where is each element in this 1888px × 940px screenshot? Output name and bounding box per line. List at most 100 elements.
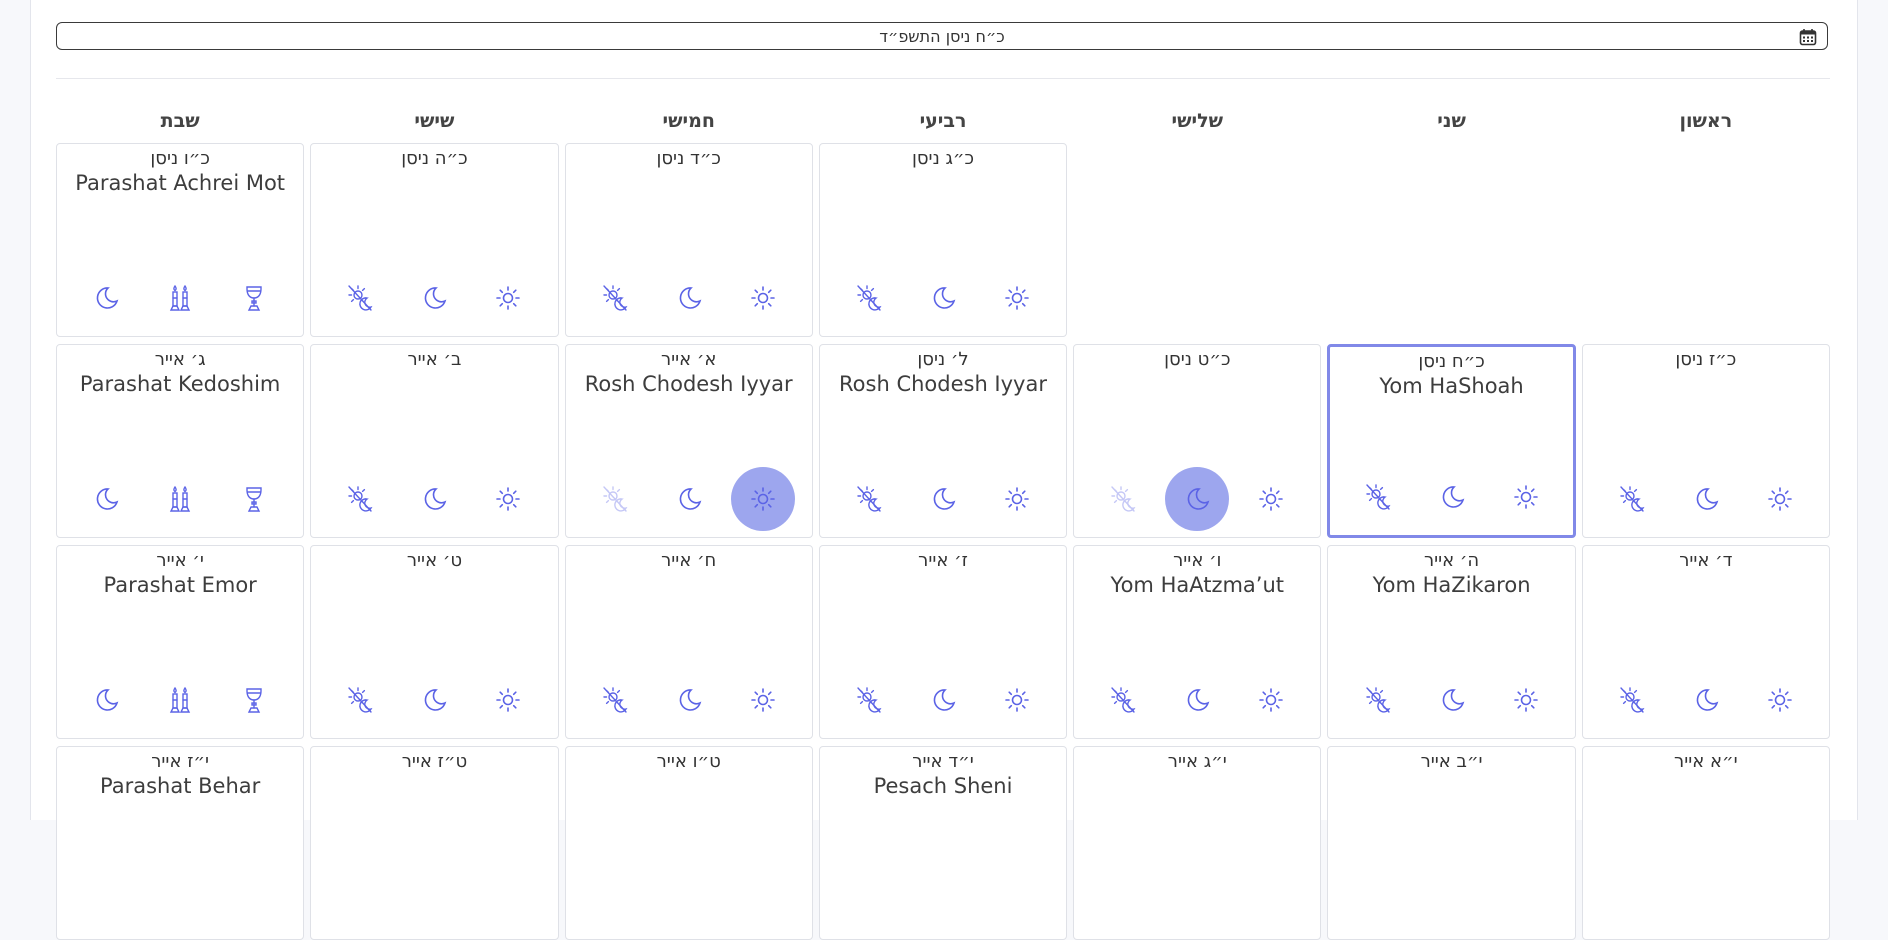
day-cell[interactable]: כ״ו ניסן Parashat Achrei Mot [56, 143, 305, 337]
day-event: Parashat Kedoshim [79, 372, 281, 396]
fast-icon[interactable] [1356, 475, 1400, 519]
night-icon[interactable] [84, 678, 128, 722]
night-icon[interactable] [1175, 678, 1219, 722]
fast-icon[interactable] [338, 276, 382, 320]
night-icon[interactable] [667, 276, 711, 320]
day-icon[interactable] [1504, 475, 1548, 519]
fast-icon[interactable] [1610, 678, 1654, 722]
date-input[interactable] [57, 23, 1827, 49]
weekday-header: שישי [414, 110, 455, 132]
day-cell[interactable]: ח׳ אייר [564, 545, 813, 739]
day-icon[interactable] [995, 276, 1039, 320]
day-cell[interactable]: י״א אייר [1581, 746, 1830, 940]
divider [56, 78, 1830, 79]
weekday-header: שבת [160, 110, 200, 132]
kiddush-cup-icon[interactable] [232, 276, 276, 320]
day-cell[interactable]: ג׳ אייר Parashat Kedoshim [56, 344, 305, 538]
day-icon[interactable] [1758, 477, 1802, 521]
fast-icon[interactable] [847, 477, 891, 521]
hebrew-date: כ״ד ניסן [656, 148, 721, 169]
night-icon[interactable] [1430, 475, 1474, 519]
day-icon[interactable] [1504, 678, 1548, 722]
day-icon[interactable] [1249, 477, 1293, 521]
day-cell[interactable]: כ״ה ניסן [310, 143, 559, 337]
day-icon[interactable] [1249, 678, 1293, 722]
fast-icon[interactable] [847, 276, 891, 320]
day-cell[interactable]: כ״ט ניסן [1073, 344, 1322, 538]
night-icon[interactable] [84, 477, 128, 521]
day-icon[interactable] [741, 678, 785, 722]
day-cell[interactable]: ב׳ אייר [310, 344, 559, 538]
night-icon[interactable] [1430, 678, 1474, 722]
day-cell[interactable]: י״ד אייר Pesach Sheni [818, 746, 1068, 940]
fast-icon[interactable] [338, 678, 382, 722]
night-icon[interactable] [921, 678, 965, 722]
candles-icon[interactable] [158, 276, 202, 320]
calendar-icon[interactable] [1799, 28, 1817, 46]
empty-day-cell [1073, 143, 1321, 337]
night-icon[interactable] [84, 276, 128, 320]
day-event: Yom HaZikaron [1372, 573, 1531, 597]
fast-icon[interactable] [1101, 678, 1145, 722]
candles-icon[interactable] [158, 477, 202, 521]
date-field[interactable] [56, 22, 1828, 50]
night-icon[interactable] [1684, 477, 1728, 521]
night-icon[interactable] [921, 477, 965, 521]
hebrew-date: כ״ז ניסן [1675, 349, 1737, 370]
day-cell[interactable]: א׳ אייר Rosh Chodesh Iyyar [564, 344, 813, 538]
fast-icon[interactable] [1356, 678, 1400, 722]
night-icon[interactable] [412, 276, 456, 320]
day-icon[interactable] [741, 276, 785, 320]
hebrew-date: י״ג אייר [1167, 751, 1227, 772]
fast-icon[interactable] [1610, 477, 1654, 521]
candles-icon[interactable] [158, 678, 202, 722]
day-icon[interactable] [1758, 678, 1802, 722]
day-icon[interactable] [486, 276, 530, 320]
day-icon[interactable] [486, 477, 530, 521]
day-cell[interactable]: י״ב אייר [1327, 746, 1576, 940]
fast-icon[interactable] [593, 678, 637, 722]
day-cell[interactable]: י״ז אייר Parashat Behar [56, 746, 305, 940]
day-cell[interactable]: ד׳ אייר [1581, 545, 1830, 739]
day-cell[interactable]: י״ג אייר [1073, 746, 1322, 940]
day-icon[interactable] [995, 678, 1039, 722]
night-icon[interactable] [412, 477, 456, 521]
day-icon[interactable] [486, 678, 530, 722]
day-icon[interactable] [995, 477, 1039, 521]
day-cell[interactable]: כ״ז ניסן [1581, 344, 1830, 538]
zmanim-icons [1583, 477, 1829, 521]
night-icon[interactable] [412, 678, 456, 722]
day-cell[interactable]: ט״ז אייר [310, 746, 559, 940]
day-cell[interactable]: כ״ג ניסן [818, 143, 1068, 337]
night-icon[interactable] [921, 276, 965, 320]
fast-icon[interactable] [593, 276, 637, 320]
fast-icon[interactable] [847, 678, 891, 722]
zmanim-icons [566, 467, 812, 531]
night-icon[interactable] [667, 678, 711, 722]
fast-icon[interactable] [338, 477, 382, 521]
day-icon[interactable] [730, 467, 795, 531]
hebrew-date: כ״ח ניסן [1418, 351, 1485, 372]
kiddush-cup-icon[interactable] [232, 477, 276, 521]
day-cell[interactable]: ל׳ ניסן Rosh Chodesh Iyyar [818, 344, 1068, 538]
day-cell-selected[interactable]: כ״ח ניסן Yom HaShoah [1327, 344, 1576, 538]
day-cell[interactable]: ט׳ אייר [310, 545, 559, 739]
day-cell[interactable]: י׳ אייר Parashat Emor [56, 545, 305, 739]
night-icon[interactable] [1684, 678, 1728, 722]
day-cell[interactable]: כ״ד ניסן [564, 143, 813, 337]
hebrew-date: ב׳ אייר [407, 349, 462, 370]
fast-icon[interactable] [593, 477, 637, 521]
day-cell[interactable]: ט״ו אייר [564, 746, 813, 940]
night-icon[interactable] [1165, 467, 1230, 531]
weekday-header: שלישי [1171, 110, 1224, 132]
zmanim-icons [820, 678, 1066, 722]
night-icon[interactable] [667, 477, 711, 521]
zmanim-icons [1074, 467, 1320, 531]
day-cell[interactable]: ה׳ אייר Yom HaZikaron [1327, 545, 1576, 739]
kiddush-cup-icon[interactable] [232, 678, 276, 722]
day-cell[interactable]: ו׳ אייר Yom HaAtzma’ut [1073, 545, 1322, 739]
hebrew-date: י״ז אייר [151, 751, 210, 772]
day-cell[interactable]: ז׳ אייר [818, 545, 1068, 739]
zmanim-icons [57, 477, 303, 521]
fast-icon[interactable] [1101, 477, 1145, 521]
